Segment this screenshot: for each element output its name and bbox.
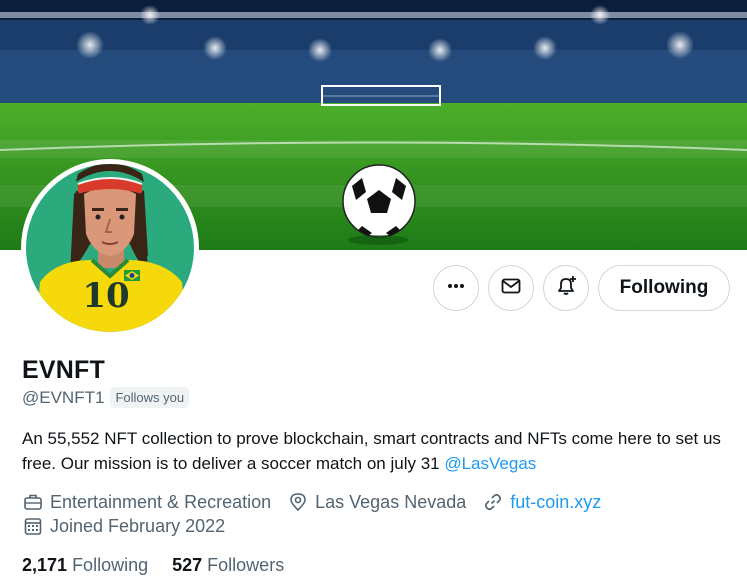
category-label: Entertainment & Recreation [50,491,272,512]
bio-text: An 55,552 NFT collection to prove blockc… [22,429,721,473]
followers-count: 527 [172,555,203,575]
location-item: Las Vegas Nevada [287,491,466,513]
notifications-button[interactable] [543,265,589,311]
mail-icon [500,275,522,302]
following-count-link[interactable]: 2,171 Following [22,555,148,576]
calendar-icon [22,515,44,537]
more-options-button[interactable] [433,265,479,311]
svg-text:10: 10 [82,276,129,316]
website-link[interactable]: fut-coin.xyz [510,492,601,513]
website-item[interactable]: fut-coin.xyz [482,491,601,513]
bell-plus-icon [554,274,578,303]
location-pin-icon [287,491,309,513]
follows-you-badge: Follows you [110,387,190,408]
followers-label: Followers [207,555,285,575]
follow-stats: 2,171 Following 527 Followers [22,555,308,576]
soccer-player-avatar-image: 10 [26,164,194,332]
joined-item: Joined February 2022 [22,515,225,537]
message-button[interactable] [488,265,534,311]
following-label: Following [72,555,149,575]
category-item: Entertainment & Recreation [22,491,271,513]
following-button[interactable]: Following [598,265,730,311]
profile-meta-joined: Joined February 2022 [22,515,241,537]
user-handle: @EVNFT1 [22,387,105,407]
joined-date: Joined February 2022 [50,515,226,536]
location-label: Las Vegas Nevada [315,491,467,512]
avatar[interactable]: 10 [26,164,194,332]
display-name: EVNFT [22,356,105,384]
followers-count-link[interactable]: 527 Followers [172,555,284,576]
handle-row: @EVNFT1 Follows you [22,387,190,408]
profile-meta: Entertainment & Recreation Las Vegas Nev… [22,491,617,513]
briefcase-icon [22,491,44,513]
bio-mention-link[interactable]: @LasVegas [444,454,536,473]
link-icon [482,491,504,513]
more-dots-icon [446,276,466,301]
profile-bio: An 55,552 NFT collection to prove blockc… [22,426,734,476]
following-count: 2,171 [22,555,68,575]
